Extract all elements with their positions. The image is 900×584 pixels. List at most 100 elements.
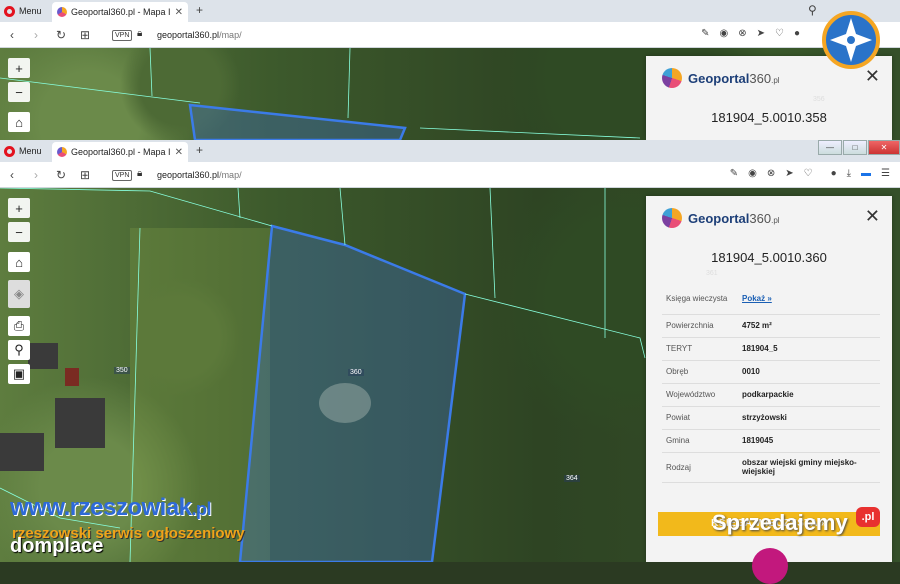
property-row: Gmina 1819045 <box>662 429 880 453</box>
tab-bar: Menu Geoportal360.pl - Mapa In ✕ + — □ ✕ <box>0 140 900 162</box>
close-window-button[interactable]: ✕ <box>868 140 900 155</box>
parcel-label[interactable]: 364 <box>564 475 580 482</box>
map-canvas[interactable]: + − ⌂ Geoportal360.pl ✕ 181904_5.0010.35… <box>0 48 900 140</box>
floating-circle-icon[interactable] <box>752 548 788 584</box>
tab-close-icon[interactable]: ✕ <box>175 147 183 158</box>
property-row: TERYT 181904_5 <box>662 337 880 361</box>
parcel-label: 361 <box>706 270 718 277</box>
url-domain: geoportal360.pl <box>157 170 220 180</box>
geoportal-logo: Geoportal360.pl <box>662 208 780 228</box>
parcel-boundary-line <box>237 188 241 219</box>
panel-close-icon[interactable]: ✕ <box>865 206 880 227</box>
url-field[interactable]: geoportal360.pl/map/ <box>157 30 242 40</box>
clearing-area <box>319 383 371 423</box>
back-icon[interactable]: ‹ <box>10 28 14 42</box>
vpn-badge[interactable]: VPN <box>112 30 133 41</box>
send-icon[interactable]: ➤ <box>757 28 765 39</box>
send-icon[interactable]: ➤ <box>785 168 793 179</box>
window-controls: — □ ✕ <box>817 140 900 158</box>
parcel-id: 181904_5.0010.360 <box>711 250 827 265</box>
property-value: podkarpackie <box>738 383 880 407</box>
zoom-out-button[interactable]: − <box>8 222 30 242</box>
reload-icon[interactable]: ↻ <box>56 28 66 42</box>
property-key: Powiat <box>662 406 738 430</box>
property-value[interactable]: Pokaż » <box>738 284 880 315</box>
zoom-in-button[interactable]: + <box>8 198 30 218</box>
tab-close-icon[interactable]: ✕ <box>175 7 183 18</box>
parcel-label[interactable]: 350 <box>114 367 130 374</box>
vpn-badge[interactable]: VPN <box>112 170 133 181</box>
zoom-out-button[interactable]: − <box>8 82 30 102</box>
heart-icon[interactable]: ♡ <box>804 168 813 179</box>
parcel-358-polygon <box>188 103 407 140</box>
parcel-properties-table: Księga wieczysta Pokaż » Powierzchnia 4752 … <box>662 284 880 483</box>
opera-menu-button[interactable]: Menu <box>4 4 42 18</box>
heart-icon[interactable]: ♡ <box>775 28 784 39</box>
profile-icon[interactable]: ● <box>831 168 837 179</box>
opera-menu-button[interactable]: Menu <box>4 144 42 158</box>
speed-dial-icon[interactable]: ⊞ <box>80 28 90 42</box>
show-kw-link[interactable]: Pokaż » <box>742 294 772 303</box>
property-value: 4752 m² <box>738 314 880 338</box>
search-button[interactable]: ⚲ <box>8 340 30 360</box>
easy-setup-icon[interactable]: ☰ <box>881 168 890 179</box>
property-key: TERYT <box>662 337 738 361</box>
logo-brand: Geoportal <box>688 70 750 86</box>
url-path: /map/ <box>219 30 242 40</box>
profile-icon[interactable]: ● <box>794 28 800 39</box>
tab-title: Geoportal360.pl - Mapa In <box>71 147 171 157</box>
block-icon[interactable]: ⊗ <box>738 28 746 39</box>
sprzedajemy-pl-badge: .pl <box>856 507 880 527</box>
camera-icon[interactable]: ◉ <box>719 28 728 39</box>
lock-icon[interactable]: 🔒︎ <box>137 28 142 39</box>
parcel-id: 181904_5.0010.358 <box>711 110 827 125</box>
parcel-boundary-line <box>419 127 641 139</box>
map-toolbar: + − ⌂ ◈ ⎙ ⚲ ▣ <box>8 198 30 384</box>
parcel-label[interactable]: 360 <box>348 369 364 376</box>
edit-icon[interactable]: ✎ <box>701 28 709 39</box>
block-icon[interactable]: ⊗ <box>767 168 775 179</box>
parcel-boundary-line <box>489 188 496 299</box>
property-key: Województwo <box>662 383 738 407</box>
speed-dial-icon[interactable]: ⊞ <box>80 168 90 182</box>
parcel-info-panel: Geoportal360.pl ✕ 181904_5.0010.360 361 … <box>646 196 892 562</box>
browser-tab[interactable]: Geoportal360.pl - Mapa In ✕ <box>52 142 188 162</box>
property-row: Województwo podkarpackie <box>662 383 880 407</box>
rzeszowiak-text: www.rzeszowiak <box>10 494 192 521</box>
new-tab-button[interactable]: + <box>196 143 203 157</box>
new-tab-button[interactable]: + <box>196 3 203 17</box>
minimize-button[interactable]: — <box>818 140 842 155</box>
browser-tab[interactable]: Geoportal360.pl - Mapa In ✕ <box>52 2 188 22</box>
property-row: Powierzchnia 4752 m² <box>662 314 880 338</box>
toolbar-icons: ✎ ◉ ⊗ ➤ ♡ ● ⤓ ▬ ☰ <box>730 168 890 179</box>
download-icon[interactable]: ⤓ <box>847 168 851 179</box>
back-icon[interactable]: ‹ <box>10 168 14 182</box>
search-tabs-icon[interactable]: ⚲ <box>808 3 817 17</box>
parcel-label: 356 <box>813 96 825 103</box>
battery-icon[interactable]: ▬ <box>861 168 871 179</box>
rzeszowiak-watermark: www.rzeszowiak.pl <box>10 494 212 522</box>
edit-icon[interactable]: ✎ <box>730 168 738 179</box>
property-value: 0010 <box>738 360 880 384</box>
print-button[interactable]: ⎙ <box>8 316 30 336</box>
property-value: obszar wiejski gminy miejsko-wiejskiej <box>738 452 880 483</box>
maximize-button[interactable]: □ <box>843 140 867 155</box>
lock-icon[interactable]: 🔒︎ <box>137 168 142 179</box>
geoportal-logo-icon <box>662 208 682 228</box>
forward-icon[interactable]: › <box>34 168 38 182</box>
zoom-in-button[interactable]: + <box>8 58 30 78</box>
layers-button[interactable]: ◈ <box>8 280 30 308</box>
home-button[interactable]: ⌂ <box>8 252 30 272</box>
logo-num: 360 <box>749 70 772 86</box>
url-field[interactable]: geoportal360.pl/map/ <box>157 170 242 180</box>
camera-icon[interactable]: ◉ <box>748 168 757 179</box>
logo-num: 360 <box>749 210 772 226</box>
reload-icon[interactable]: ↻ <box>56 168 66 182</box>
frame-button[interactable]: ▣ <box>8 364 30 384</box>
address-bar: ‹ › ↻ ⊞ VPN 🔒︎ geoportal360.pl/map/ ✎ ◉ … <box>0 162 900 188</box>
property-key: Rodzaj <box>662 452 738 483</box>
home-button[interactable]: ⌂ <box>8 112 30 132</box>
forward-icon[interactable]: › <box>34 28 38 42</box>
geoportal-favicon-icon <box>57 147 67 157</box>
menu-label: Menu <box>19 6 42 16</box>
